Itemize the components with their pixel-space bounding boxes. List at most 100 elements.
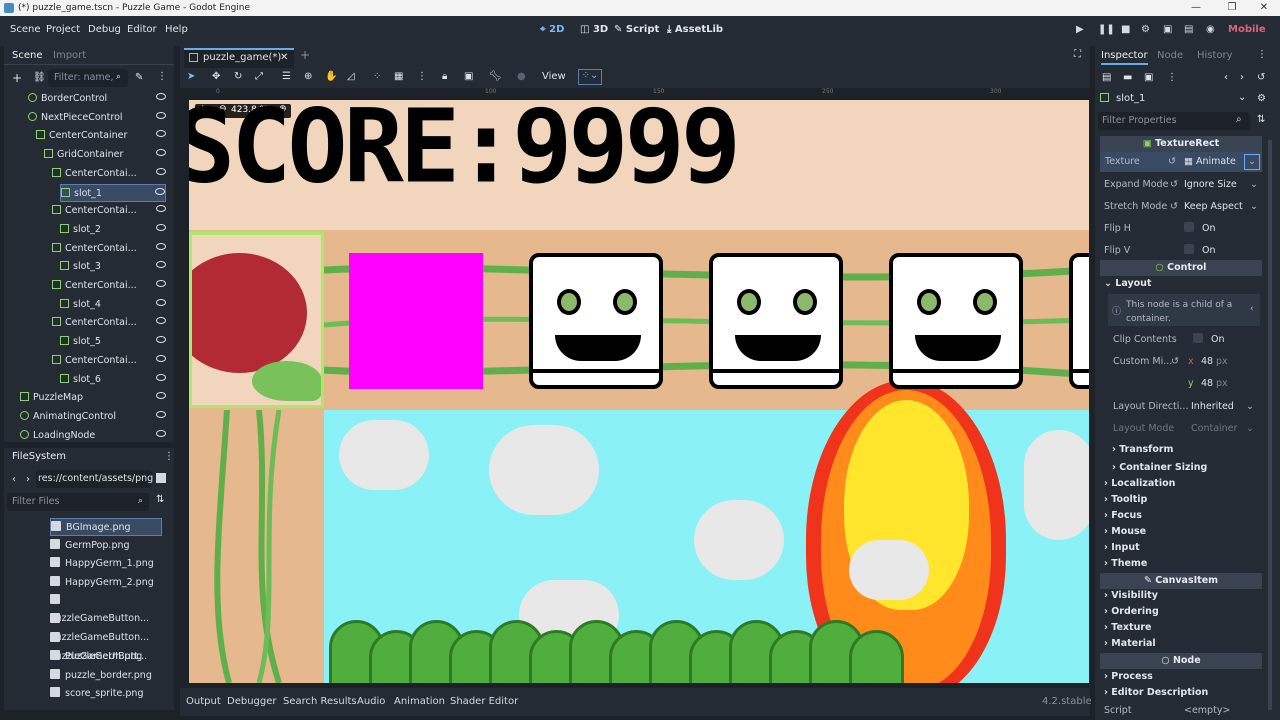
- pivot-icon[interactable]: ⊕: [304, 71, 312, 82]
- prop-layout-mode[interactable]: Layout Mode Container ⌄: [1113, 419, 1271, 439]
- min-size-y-value[interactable]: 48: [1201, 374, 1213, 394]
- move-mode-icon[interactable]: ✥: [212, 71, 220, 82]
- filter-options-icon[interactable]: ⇅: [1257, 114, 1265, 125]
- flip-h-checkbox[interactable]: [1184, 222, 1194, 232]
- tree-node[interactable]: slot_2: [60, 221, 166, 239]
- menu-scene[interactable]: Scene: [10, 24, 41, 35]
- germ-piece[interactable]: [529, 253, 663, 389]
- prop-layout-direction[interactable]: Layout Directi... Inherited ⌄: [1113, 397, 1271, 417]
- tree-node[interactable]: CenterContai...: [52, 240, 166, 258]
- workspace-2d-button[interactable]: ⌖ 2D: [540, 24, 564, 35]
- tree-node[interactable]: AnimatingControl: [20, 408, 166, 426]
- tab-history[interactable]: History: [1197, 50, 1233, 61]
- tab-shader-editor[interactable]: Shader Editor: [450, 696, 518, 707]
- new-resource-icon[interactable]: ▤: [1102, 72, 1111, 83]
- prop-custom-min-size[interactable]: Custom Mi... ↺ x 48 px: [1113, 352, 1271, 372]
- prop-clip-contents[interactable]: Clip Contents On: [1113, 330, 1271, 350]
- file-item[interactable]: BGImage.png: [50, 518, 162, 536]
- snap-options-icon[interactable]: ⋮: [417, 71, 427, 82]
- tree-node[interactable]: slot_4: [60, 296, 166, 314]
- prop-flip-v[interactable]: Flip V On: [1104, 241, 1262, 261]
- file-item[interactable]: score_sprite.png: [50, 685, 162, 703]
- anchor-presets-icon[interactable]: ⁘⌄: [578, 69, 602, 85]
- tree-node[interactable]: CenterContainer: [36, 127, 166, 145]
- group-material[interactable]: › Material: [1104, 638, 1156, 649]
- file-item[interactable]: puzzle_border.png: [50, 667, 162, 685]
- forward-arrow-icon[interactable]: ›: [26, 474, 30, 485]
- tree-node[interactable]: GridContainer: [44, 146, 166, 164]
- file-item[interactable]: HappyGerm_2.png: [50, 574, 162, 592]
- prop-stretch-mode[interactable]: Stretch Mode ↺ Keep Aspect ⌄: [1104, 197, 1262, 217]
- file-item[interactable]: PuzzleGerm.png: [50, 648, 162, 666]
- tree-node[interactable]: NextPieceControl: [28, 109, 166, 127]
- tree-node[interactable]: slot_1: [60, 183, 166, 202]
- visibility-eye-icon[interactable]: [156, 429, 166, 437]
- group-process[interactable]: › Process: [1104, 671, 1153, 682]
- close-window-button[interactable]: ✕: [1248, 0, 1280, 16]
- new-tab-icon[interactable]: +: [300, 48, 310, 62]
- group-visibility[interactable]: › Visibility: [1104, 590, 1158, 601]
- group-theme[interactable]: › Theme: [1104, 558, 1147, 569]
- smart-snap-icon[interactable]: ⁘: [373, 71, 381, 82]
- germ-piece[interactable]: [889, 253, 1023, 389]
- germ-piece[interactable]: [1069, 253, 1089, 389]
- path-field[interactable]: res://content/assets/png: [36, 470, 153, 488]
- select-mode-icon[interactable]: ➤: [187, 71, 195, 82]
- close-tab-icon[interactable]: ✕: [280, 52, 288, 63]
- tab-filesystem[interactable]: FileSystem: [12, 451, 66, 462]
- group-input[interactable]: › Input: [1104, 542, 1140, 553]
- tab-inspector[interactable]: Inspector: [1101, 50, 1148, 65]
- list-select-icon[interactable]: ☰: [282, 71, 291, 82]
- revert-icon[interactable]: ↺: [1171, 352, 1179, 372]
- workspace-3d-button[interactable]: ◫ 3D: [580, 24, 608, 35]
- tree-node[interactable]: CenterContai...: [52, 352, 166, 370]
- file-item[interactable]: PuzzleGameButton...: [50, 592, 162, 624]
- extra-options-icon[interactable]: ⋮: [1167, 72, 1177, 83]
- collapse-icon[interactable]: ‹: [1250, 304, 1254, 314]
- visibility-eye-icon[interactable]: [156, 223, 166, 231]
- visibility-eye-icon[interactable]: [156, 93, 166, 100]
- tree-node[interactable]: CenterContai...: [52, 202, 166, 220]
- visibility-eye-icon[interactable]: [156, 392, 166, 400]
- visibility-eye-icon[interactable]: [156, 354, 166, 362]
- toggle-split-icon[interactable]: [156, 473, 166, 483]
- visibility-eye-icon[interactable]: [156, 280, 166, 287]
- tree-node[interactable]: CenterContai...: [52, 165, 166, 183]
- clip-contents-checkbox[interactable]: [1193, 333, 1203, 343]
- visibility-eye-icon[interactable]: [156, 167, 166, 175]
- tab-audio[interactable]: Audio: [357, 696, 385, 707]
- visibility-eye-icon[interactable]: [156, 242, 166, 250]
- save-icon[interactable]: ▣: [1144, 72, 1153, 83]
- tree-node[interactable]: slot_6: [60, 371, 166, 389]
- prop-custom-min-size-y[interactable]: y 48 px: [1113, 374, 1271, 394]
- visibility-eye-icon[interactable]: [156, 373, 166, 381]
- rotate-mode-icon[interactable]: ↻: [234, 71, 242, 82]
- movie-maker-icon[interactable]: ◉: [1206, 24, 1215, 35]
- group-tooltip[interactable]: › Tooltip: [1104, 494, 1147, 505]
- tab-puzzle-game[interactable]: puzzle_game(*) ✕: [184, 48, 294, 68]
- visibility-eye-icon[interactable]: [156, 111, 166, 119]
- ruler-mode-icon[interactable]: ◿: [347, 71, 355, 82]
- group-transform[interactable]: › Transform: [1112, 444, 1173, 455]
- group-texture[interactable]: › Texture: [1104, 622, 1151, 633]
- group-container-sizing[interactable]: › Container Sizing: [1112, 462, 1207, 473]
- object-history-icon[interactable]: ↺: [1257, 72, 1265, 83]
- prop-script[interactable]: Script <empty>: [1104, 701, 1262, 720]
- prop-texture[interactable]: Texture ↺ ▦ Animate ⌄: [1100, 152, 1262, 172]
- slot-1-texture[interactable]: [349, 253, 483, 389]
- tab-node[interactable]: Node: [1157, 50, 1183, 61]
- node-tools-icon[interactable]: ⚙: [1257, 93, 1266, 104]
- prop-flip-h[interactable]: Flip H On: [1104, 219, 1262, 239]
- tab-output[interactable]: Output: [186, 696, 221, 707]
- pause-icon[interactable]: ❚❚: [1098, 24, 1115, 35]
- distraction-free-icon[interactable]: ⛶: [1074, 49, 1081, 60]
- tab-animation[interactable]: Animation: [394, 696, 445, 707]
- scale-mode-icon[interactable]: ⤢: [255, 71, 263, 82]
- play-custom-icon[interactable]: ▤: [1184, 24, 1193, 35]
- scene-filter-input[interactable]: Filter: name, ⌕: [48, 69, 128, 87]
- germ-piece[interactable]: [709, 253, 843, 389]
- filter-properties-input[interactable]: Filter Properties ⌕: [1098, 112, 1250, 130]
- file-item[interactable]: GermPop.png: [50, 537, 162, 555]
- tree-node[interactable]: slot_3: [60, 258, 166, 276]
- flip-v-checkbox[interactable]: [1184, 244, 1194, 254]
